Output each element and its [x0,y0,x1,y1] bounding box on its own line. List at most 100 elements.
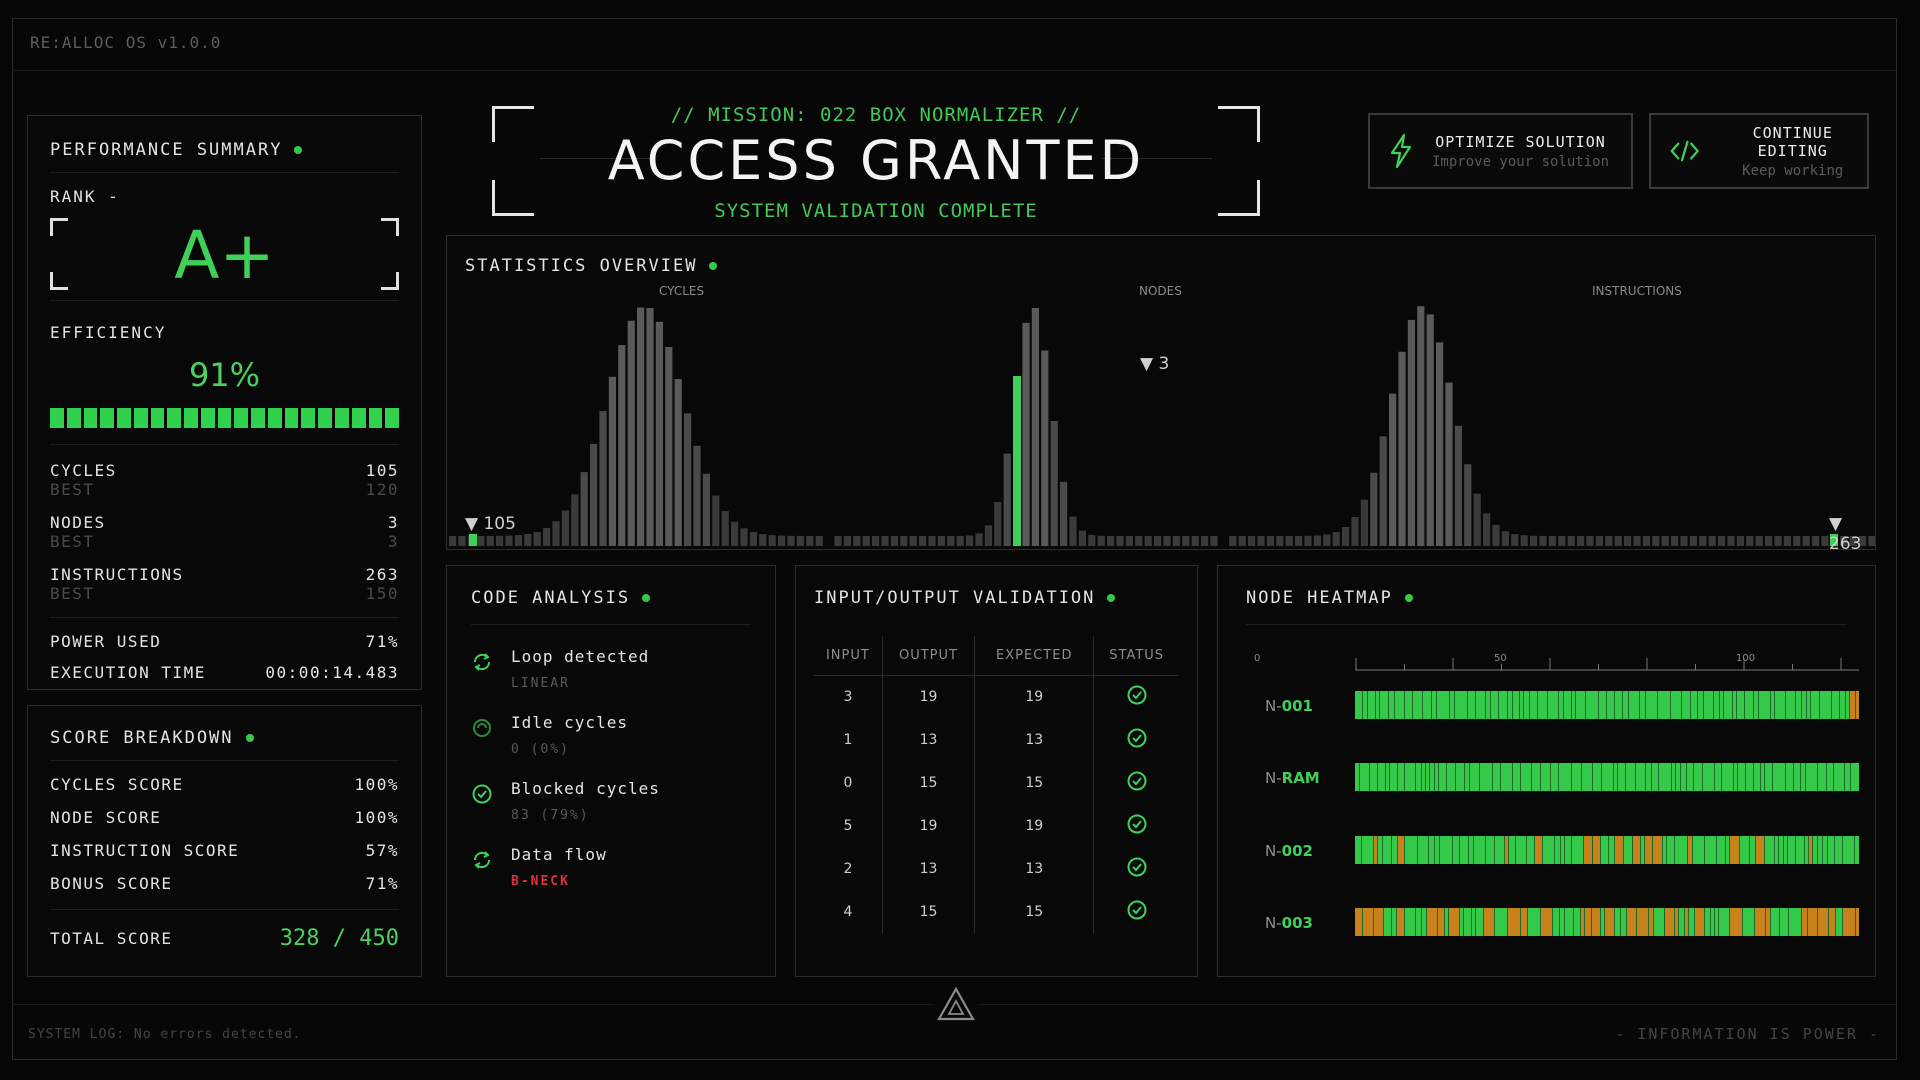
histogram-bar [1436,342,1444,546]
loop-detected-item: Loop detected LINEAR [471,647,751,691]
marker-nodes: ▼ 3 [1140,354,1170,374]
heatmap-cell [1395,691,1405,719]
io-output-cell: 13 [881,718,975,762]
divider [50,617,399,618]
histogram-bar [637,307,645,546]
total-score: TOTAL SCORE 328 / 450 [50,926,399,951]
io-expected-cell: 15 [974,761,1094,805]
heatmap-cell [1423,691,1432,719]
histogram-bar [740,528,748,546]
histogram-bar [561,510,569,546]
histogram-bar [778,535,786,546]
efficiency-segment [167,408,182,428]
heatmap-cell [1855,836,1859,864]
histogram-bar [1492,525,1500,546]
heatmap-cell [1493,763,1501,791]
histogram-bar [1511,534,1519,546]
loop-icon [473,653,491,671]
heatmap-cell [1553,908,1560,936]
histogram-bar [1595,536,1603,546]
histogram-bar [1671,536,1679,546]
chart-label-nodes: NODES [1139,284,1182,298]
heatmap-cell [1535,836,1543,864]
histogram-bar [881,536,889,546]
histogram-bar [1548,536,1556,546]
efficiency-segment [351,408,366,428]
histogram-bar [1812,536,1820,546]
histogram-bar [1605,536,1613,546]
heatmap-cell [1705,836,1717,864]
heatmap-cell [1378,763,1386,791]
axis-label-0: 0 [1254,653,1261,664]
histogram-bar [853,536,861,546]
heatmap-cell [1548,691,1559,719]
lightning-icon [1390,133,1412,169]
node-label-ram: N-RAM [1265,769,1320,787]
efficiency-segment [368,408,383,428]
histogram-bar [928,536,936,546]
heatmap-cell [1576,691,1586,719]
heatmap-cell [1627,908,1637,936]
histogram-bar [1689,536,1697,546]
efficiency-segment [100,408,115,428]
histogram-bar [1586,536,1594,546]
heatmap-cell [1455,691,1468,719]
heatmap-cell [1829,908,1836,936]
heatmap-cell [1499,691,1508,719]
heatmap-row-002 [1355,836,1859,864]
heatmap-cell [1398,836,1405,864]
histogram-bar [665,347,673,546]
continue-editing-button[interactable]: CONTINUE EDITING Keep working [1649,113,1869,189]
heatmap-cell [1615,691,1623,719]
histogram-bar [1473,493,1481,546]
histogram-bar [571,494,579,546]
histogram-bar [505,535,513,546]
efficiency-segment [66,408,81,428]
io-row: 3 19 19 [814,675,1179,719]
heatmap-cell [1398,763,1405,791]
heatmap-cell [1513,763,1521,791]
heatmap-cell [1384,908,1392,936]
heatmap-cell [1786,691,1796,719]
divider [50,909,399,910]
heatmap-cell [1786,763,1794,791]
histogram-bar [937,536,945,546]
optimize-solution-button[interactable]: OPTIMIZE SOLUTION Improve your solution [1368,113,1633,189]
total-score-value: 328 / 450 [279,926,399,951]
marker-instructions: ▼ 263 [1829,514,1862,554]
heatmap-cell [1740,836,1750,864]
heatmap-cell [1730,908,1743,936]
heatmap-cell [1808,908,1818,936]
io-status-cell [1093,761,1179,805]
status-dot [1404,594,1413,602]
optimize-sub: Improve your solution [1432,153,1610,170]
histogram-bar [1454,425,1462,546]
histogram-bar [1078,530,1086,546]
heatmap-cell [1532,763,1541,791]
code-icon [1670,140,1699,162]
heatmap-cell [1405,763,1416,791]
histogram-bar [1182,536,1190,546]
heatmap-cell [1637,908,1649,936]
io-output-cell: 15 [881,761,975,805]
heatmap-cell [1601,836,1609,864]
heatmap-cell [1476,908,1484,936]
histogram-bar [872,536,880,546]
heatmap-cell [1755,908,1766,936]
heatmap-cell [1624,836,1633,864]
heatmap-cell [1355,691,1363,719]
histogram-bar [1229,536,1237,546]
heatmap-cell [1827,763,1834,791]
histogram-bar [1003,453,1011,546]
histogram-bar [1107,536,1115,546]
histogram-bar [1210,536,1218,546]
heatmap-cell [1495,836,1505,864]
io-expected-cell: 13 [974,718,1094,762]
heatmap-cell [1834,763,1845,791]
efficiency-label: EFFICIENCY [50,323,167,342]
histogram-bar [1624,536,1632,546]
heatmap-cell [1691,691,1698,719]
check-circle-icon [1127,857,1147,877]
heatmap-cell [1449,908,1460,936]
heatmap-cell [1645,836,1653,864]
